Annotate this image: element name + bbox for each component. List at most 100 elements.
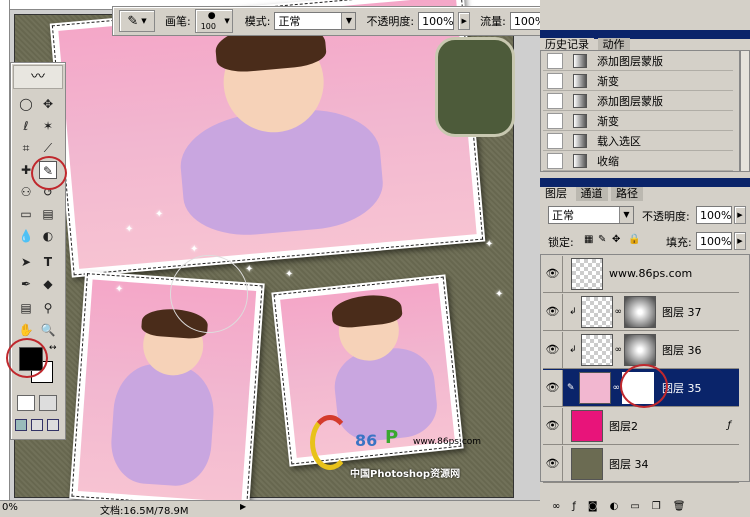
blur-tool-icon[interactable]: 💧 [17,227,35,245]
dodge-tool-icon[interactable]: ◐ [39,227,57,245]
brush-picker[interactable]: ● 100 ▼ [194,9,233,33]
add-mask-icon[interactable]: ◙ [588,501,598,512]
clone-stamp-tool-icon[interactable]: ⚇ [17,183,35,201]
marquee-tool-icon[interactable]: ◯ [17,95,35,113]
new-adjustment-layer-icon[interactable]: ◐ [610,501,619,512]
visibility-eye-icon[interactable]: 👁 [543,369,563,406]
tab-paths[interactable]: 路径 [611,187,643,201]
layer-mask-icon [573,93,587,108]
layer-row[interactable]: 👁 图层 34 [543,445,739,483]
sparkle-icon: ✦ [245,264,254,275]
add-layer-style-icon[interactable]: ƒ [572,501,576,512]
history-item-label: 渐变 [597,114,619,128]
layer-effects-icon[interactable]: ƒ [727,420,731,431]
history-item[interactable]: 载入选区 [543,131,733,151]
history-item[interactable]: 添加图层蒙版 [543,91,733,111]
layer-row[interactable]: 👁 ↲ ∞ 图层 37 [543,293,739,331]
history-item[interactable]: 渐变 [543,111,733,131]
layer-name: 图层 34 [609,457,649,471]
pen-tool-icon[interactable]: ✒ [17,275,35,293]
document-image[interactable]: ✦ ✦ ✦ ✦ ✦ ✦ ✦ ✦ 86 P www.86ps.com 中国Phot… [14,0,515,500]
tab-layers[interactable]: 图层 [540,187,572,201]
slice-tool-icon[interactable]: ⟋ [39,139,57,157]
tool-preset-picker[interactable]: ✎ ▼ [119,10,155,32]
history-item-label: 载入选区 [597,134,641,148]
eyedropper-tool-icon[interactable]: ⚲ [39,299,57,317]
gradient-tool-icon[interactable]: ▤ [39,205,57,223]
magic-wand-tool-icon[interactable]: ✶ [39,117,57,135]
highlight-circle-brush-tool [31,156,67,190]
quick-mask-button[interactable] [39,395,57,411]
lock-image-icon[interactable]: ✎ [598,234,606,245]
sparkle-icon: ✦ [155,209,164,220]
panels-dock: 历史记录 动作 添加图层蒙版 渐变 添加图层蒙版 渐变 载入选区 收缩 图层 通… [540,0,750,516]
layer-row[interactable]: 👁 www.86ps.com [543,255,739,293]
layers-panel-footer: ∞ ƒ ◙ ◐ ▭ ❐ 🗑 [540,496,750,516]
standard-mode-button[interactable] [17,395,35,411]
chevron-down-icon: ▼ [224,17,230,25]
zoom-tool-icon[interactable]: 🔍 [39,321,57,339]
link-layers-icon[interactable]: ∞ [552,501,560,512]
lock-position-icon[interactable]: ✥ [612,234,620,245]
history-scrollbar[interactable] [740,50,750,172]
delete-layer-icon[interactable]: 🗑 [673,501,686,512]
opacity-field[interactable]: 100% [418,12,455,30]
layer-opacity-slider-button[interactable]: ▶ [734,206,746,224]
history-item[interactable]: 添加图层蒙版 [543,51,733,71]
visibility-eye-icon[interactable]: 👁 [543,255,563,292]
layer-name: 图层 35 [662,381,702,395]
screen-mode-button[interactable] [15,419,27,431]
layer-opacity-label: 不透明度: [642,210,690,223]
layer-opacity-field[interactable]: 100% [696,206,732,224]
lasso-tool-icon[interactable]: ℓ [17,117,35,135]
new-group-icon[interactable]: ▭ [630,501,639,512]
notes-tool-icon[interactable]: ▤ [17,299,35,317]
sparkle-icon: ✦ [495,289,504,300]
lock-all-icon[interactable]: 🔒 [628,234,640,245]
visibility-eye-icon[interactable]: 👁 [543,445,563,482]
shape-tool-icon[interactable]: ◆ [39,275,57,293]
photo-top [49,0,486,278]
visibility-eye-icon[interactable]: 👁 [543,407,563,444]
type-tool-icon[interactable]: T [39,253,57,271]
crop-tool-icon[interactable]: ⌗ [17,139,35,157]
swap-colors-icon[interactable]: ↔ [49,343,57,353]
status-menu-arrow-icon[interactable]: ▶ [240,502,246,511]
history-item-label: 收缩 [597,154,619,168]
brush-cursor [170,255,248,333]
watermark-brand: 86 [355,431,378,450]
history-item[interactable]: 收缩 [543,151,733,171]
visibility-eye-icon[interactable]: 👁 [543,331,563,368]
mode-select[interactable]: 正常 ▼ [274,12,357,30]
link-icon: ∞ [614,306,623,317]
watermark-ps-icon: P [385,427,399,448]
history-list: 添加图层蒙版 渐变 添加图层蒙版 渐变 载入选区 收缩 [540,50,740,172]
path-selection-tool-icon[interactable]: ➤ [17,253,35,271]
fill-field[interactable]: 100% [696,232,732,250]
screen-mode-button[interactable] [47,419,59,431]
document-canvas[interactable]: ✦ ✦ ✦ ✦ ✦ ✦ ✦ ✦ 86 P www.86ps.com 中国Phot… [0,0,540,500]
screen-mode-button[interactable] [31,419,43,431]
fill-label: 填充: [666,236,692,249]
layer-row[interactable]: 👁 图层2 ƒ [543,407,739,445]
move-tool-icon[interactable]: ✥ [39,95,57,113]
zoom-level[interactable]: 0% [2,502,18,513]
fill-slider-button[interactable]: ▶ [734,232,746,250]
eraser-tool-icon[interactable]: ▭ [17,205,35,223]
lock-transparency-icon[interactable]: ▦ [584,234,593,245]
visibility-eye-icon[interactable]: 👁 [543,293,563,330]
sparkle-icon: ✦ [125,224,134,235]
link-icon: ∞ [614,344,623,355]
hand-tool-icon[interactable]: ✋ [17,321,35,339]
brush-size-value: 100 [200,22,216,31]
layer-name: 图层 37 [662,305,702,319]
opacity-slider-button[interactable]: ▶ [458,12,471,30]
blend-mode-select[interactable]: 正常 ▼ [548,206,634,224]
layer-mask-thumbnail[interactable] [624,333,657,366]
layer-mask-thumbnail[interactable] [624,295,657,328]
history-item[interactable]: 渐变 [543,71,733,91]
layers-panel-tabs: 图层 通道 路径 [540,187,750,201]
new-layer-icon[interactable]: ❐ [652,501,661,512]
tab-channels[interactable]: 通道 [575,187,608,201]
opacity-value: 100% [422,14,454,28]
